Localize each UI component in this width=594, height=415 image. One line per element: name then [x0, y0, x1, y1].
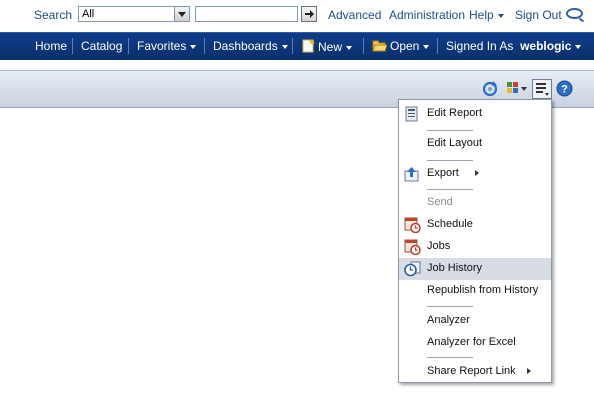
nav-dashboards[interactable]: Dashboards	[213, 39, 288, 53]
job-history-icon	[404, 261, 421, 277]
menu-item-edit-layout[interactable]: Edit Layout	[399, 133, 551, 155]
administration-link[interactable]: Administration	[389, 8, 465, 22]
dropdown-arrow-icon[interactable]	[174, 7, 189, 21]
nav-separator	[363, 38, 364, 54]
menu-item-label: Schedule	[427, 218, 473, 230]
report-edit-icon	[405, 106, 418, 122]
jobs-icon	[404, 239, 421, 255]
menu-item-export[interactable]: Export	[399, 163, 551, 185]
oracle-logo-icon[interactable]	[566, 8, 583, 19]
view-layout-icon[interactable]	[506, 80, 520, 96]
search-label: Search	[34, 8, 73, 22]
menu-item-analyzer[interactable]: Analyzer	[399, 310, 551, 332]
chevron-right-icon	[527, 368, 531, 374]
refresh-icon[interactable]	[481, 80, 499, 98]
help-menu[interactable]: Help	[469, 8, 504, 22]
menu-item-send: Send	[399, 192, 551, 214]
search-go-button[interactable]	[301, 6, 317, 22]
nav-home[interactable]: Home	[35, 39, 67, 53]
user-name: weblogic	[520, 39, 572, 53]
chevron-down-icon	[575, 44, 582, 49]
nav-separator	[437, 38, 438, 54]
export-icon	[404, 167, 419, 182]
menu-item-label: Send	[427, 196, 453, 208]
menu-item-analyzer-for-excel[interactable]: Analyzer for Excel	[399, 332, 551, 354]
menu-item-job-history[interactable]: Job History	[399, 258, 551, 280]
report-actions-menu: Edit Report Edit Layout Export Send Sche…	[398, 99, 552, 383]
global-nav-bar: Home Catalog Favorites Dashboards New Op…	[0, 32, 594, 60]
advanced-link[interactable]: Advanced	[328, 8, 381, 22]
actions-menu-icon[interactable]	[532, 79, 552, 99]
sign-out-link[interactable]: Sign Out	[515, 8, 562, 22]
schedule-icon	[404, 217, 421, 233]
nav-favorites-label: Favorites	[137, 39, 187, 53]
help-label: Help	[469, 8, 494, 22]
menu-divider	[427, 130, 473, 131]
nav-separator	[204, 38, 205, 54]
chevron-down-icon[interactable]	[521, 87, 527, 91]
nav-open-label: Open	[390, 39, 420, 53]
menu-divider	[427, 189, 473, 190]
chevron-down-icon	[190, 44, 197, 49]
menu-item-label: Analyzer	[427, 314, 470, 326]
search-scope-select[interactable]: All	[78, 6, 190, 22]
signed-in-as-label: Signed In As	[446, 39, 514, 53]
menu-item-edit-report[interactable]: Edit Report	[399, 103, 551, 125]
signed-in-user-menu[interactable]: Signed In As weblogic	[446, 39, 582, 53]
menu-item-share-report-link[interactable]: Share Report Link	[399, 361, 551, 383]
menu-item-label: Share Report Link	[427, 365, 516, 377]
top-search-bar: Search All Advanced Administration Help …	[0, 0, 594, 30]
nav-catalog[interactable]: Catalog	[81, 39, 122, 53]
chevron-down-icon	[497, 13, 504, 18]
new-document-icon	[302, 39, 315, 53]
menu-item-label: Edit Report	[427, 107, 483, 119]
menu-item-schedule[interactable]: Schedule	[399, 214, 551, 236]
nav-dashboards-label: Dashboards	[213, 39, 278, 53]
menu-item-republish-from-history[interactable]: Republish from History	[399, 280, 551, 302]
chevron-down-icon	[346, 45, 353, 50]
menu-divider	[427, 160, 473, 161]
menu-item-label: Export	[427, 167, 459, 179]
nav-new[interactable]: New	[301, 39, 353, 54]
search-scope-value: All	[82, 8, 95, 20]
menu-item-label: Jobs	[427, 240, 451, 252]
menu-item-jobs[interactable]: Jobs	[399, 236, 551, 258]
folder-open-icon	[372, 40, 387, 52]
menu-item-label: Job History	[427, 262, 483, 274]
nav-open[interactable]: Open	[372, 39, 430, 53]
menu-divider	[427, 357, 473, 358]
nav-favorites[interactable]: Favorites	[137, 39, 197, 53]
nav-new-label: New	[318, 40, 343, 54]
nav-separator	[72, 38, 73, 54]
chevron-down-icon	[281, 44, 288, 49]
menu-item-label: Edit Layout	[427, 137, 483, 149]
nav-separator	[128, 38, 129, 54]
svg-text:?: ?	[561, 84, 568, 96]
menu-item-label: Republish from History	[427, 284, 539, 296]
nav-separator	[292, 38, 293, 54]
menu-divider	[427, 306, 473, 307]
menu-item-label: Analyzer for Excel	[427, 336, 516, 348]
help-icon[interactable]: ?	[556, 80, 573, 97]
search-input[interactable]	[195, 6, 298, 22]
chevron-right-icon	[475, 170, 479, 176]
chevron-down-icon	[423, 44, 430, 49]
